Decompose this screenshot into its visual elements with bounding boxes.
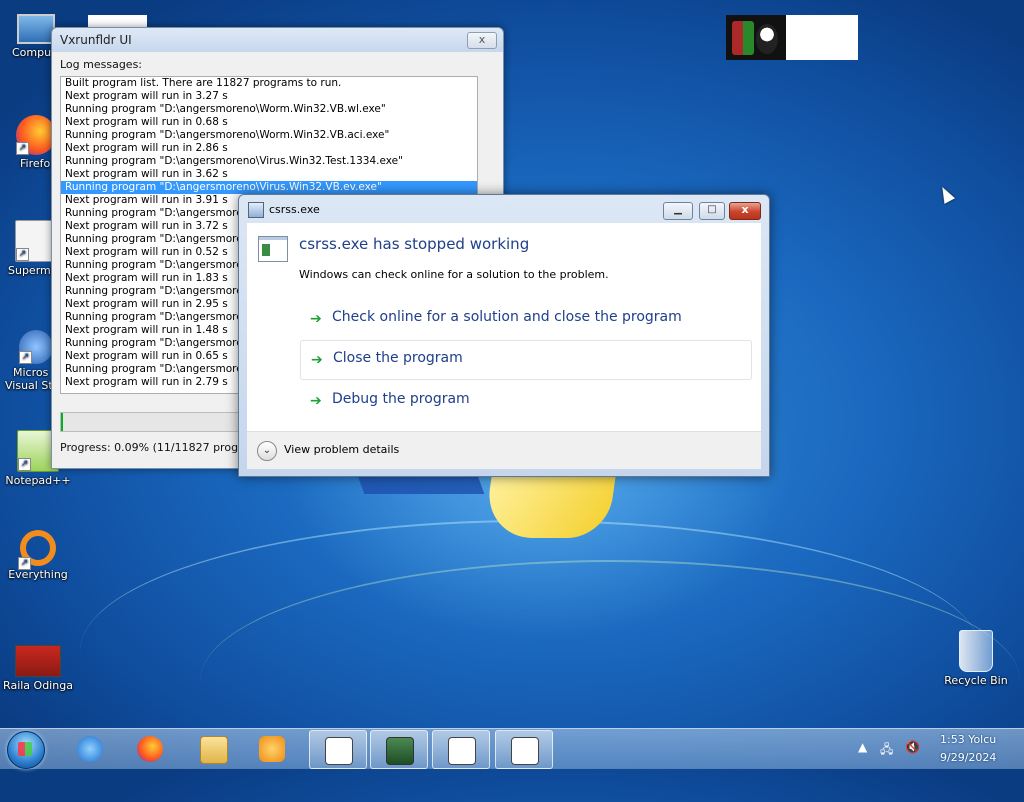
minimize-button[interactable]: ▁ bbox=[663, 202, 693, 220]
network-icon[interactable]: 🖧 bbox=[880, 740, 893, 761]
media-player-icon bbox=[259, 736, 285, 762]
clock-date[interactable]: 9/29/2024 bbox=[940, 751, 1000, 764]
app-window-icon-green bbox=[262, 244, 270, 256]
document-thumbnail-icon bbox=[15, 645, 61, 677]
vxrunfldr-titlebar[interactable]: Vxrunfldr UI x bbox=[52, 28, 503, 52]
desktop-icon-raila-odinga[interactable]: Raila Odinga bbox=[2, 645, 74, 692]
app-window-icon bbox=[448, 737, 476, 765]
desktop-icon-recycle-bin[interactable]: Recycle Bin bbox=[940, 630, 1012, 687]
desktop-icon-everything[interactable]: ↗ Everything bbox=[2, 530, 74, 581]
command-label: Check online for a solution and close th… bbox=[332, 309, 682, 325]
top-thumbnail bbox=[726, 15, 786, 60]
log-line[interactable]: Next program will run in 3.62 s bbox=[61, 168, 477, 181]
taskbar-window-1[interactable] bbox=[309, 730, 367, 769]
close-icon: x bbox=[741, 203, 749, 216]
shortcut-arrow-icon: ↗ bbox=[18, 557, 31, 570]
error-dialog-footer: ⌄ View problem details bbox=[247, 431, 761, 469]
everything-icon: ↗ bbox=[18, 530, 56, 570]
log-line[interactable]: Running program "D:\angersmoreno\Worm.Wi… bbox=[61, 103, 477, 116]
taskbar-internet-explorer[interactable] bbox=[62, 730, 118, 767]
close-button[interactable]: x bbox=[467, 32, 497, 49]
error-dialog-title: csrss.exe bbox=[269, 203, 320, 216]
chevron-down-icon: ⌄ bbox=[262, 445, 272, 456]
visual-studio-icon: ↗ bbox=[19, 330, 53, 364]
green-arrow-icon: ➔ bbox=[310, 393, 322, 409]
taskbar-window-4[interactable] bbox=[495, 730, 553, 769]
volume-muted-icon[interactable]: 🔇 bbox=[905, 740, 920, 754]
log-line[interactable]: Running program "D:\angersmoreno\Virus.W… bbox=[61, 181, 477, 194]
taskbar-firefox[interactable] bbox=[122, 730, 178, 767]
green-arrow-icon: ➔ bbox=[311, 352, 323, 368]
error-subtext: Windows can check online for a solution … bbox=[299, 268, 609, 281]
clock-time[interactable]: 1:53 Yolcu bbox=[940, 733, 1000, 746]
minimize-icon: ▁ bbox=[674, 204, 682, 215]
internet-explorer-icon bbox=[77, 736, 103, 762]
log-messages-label: Log messages: bbox=[60, 58, 143, 71]
log-line[interactable]: Running program "D:\angersmoreno\Virus.W… bbox=[61, 155, 477, 168]
close-button[interactable]: x bbox=[729, 202, 761, 220]
command-debug-program[interactable]: ➔ Debug the program bbox=[300, 382, 750, 420]
folder-icon bbox=[200, 736, 228, 764]
command-label: Close the program bbox=[333, 350, 463, 366]
view-details-link[interactable]: View problem details bbox=[284, 443, 399, 456]
desktop-icon-label: Recycle Bin bbox=[944, 674, 1008, 687]
vxrunfldr-title: Vxrunfldr UI bbox=[60, 33, 132, 47]
top-white-panel bbox=[786, 15, 858, 60]
shortcut-arrow-icon: ↗ bbox=[18, 458, 31, 471]
command-label: Debug the program bbox=[332, 391, 470, 407]
computer-icon bbox=[17, 14, 55, 44]
green-arrow-icon: ➔ bbox=[310, 311, 322, 327]
command-check-online[interactable]: ➔ Check online for a solution and close … bbox=[300, 300, 750, 338]
log-line[interactable]: Next program will run in 3.27 s bbox=[61, 90, 477, 103]
firefox-icon: ↗ bbox=[16, 115, 56, 155]
desktop-icon-label: Everything bbox=[8, 568, 68, 581]
app-window-icon bbox=[258, 236, 288, 262]
progress-bar-fill bbox=[61, 413, 64, 431]
app-icon bbox=[248, 202, 264, 218]
windows-logo-icon bbox=[18, 742, 32, 756]
error-dialog[interactable]: csrss.exe ▁ □ x csrss.exe has stopped wo… bbox=[238, 194, 770, 477]
shortcut-arrow-icon: ↗ bbox=[19, 351, 32, 364]
app-window-icon bbox=[511, 737, 539, 765]
command-close-program[interactable]: ➔ Close the program bbox=[300, 340, 752, 380]
maximize-button[interactable]: □ bbox=[699, 202, 725, 220]
taskbar bbox=[0, 728, 1024, 769]
shortcut-arrow-icon: ↗ bbox=[16, 248, 29, 261]
recycle-bin-icon bbox=[959, 630, 993, 672]
desktop-icon-label: Notepad++ bbox=[5, 474, 71, 487]
penguin-icon bbox=[756, 24, 778, 54]
maximize-icon: □ bbox=[707, 204, 717, 215]
show-hidden-icons-button[interactable]: ▲ bbox=[858, 740, 867, 754]
shortcut-arrow-icon: ↗ bbox=[16, 142, 29, 155]
taskbar-media-player[interactable] bbox=[244, 730, 300, 767]
error-dialog-titlebar[interactable]: csrss.exe ▁ □ x bbox=[239, 195, 769, 223]
log-line[interactable]: Running program "D:\angersmoreno\Worm.Wi… bbox=[61, 129, 477, 142]
mouse-cursor bbox=[936, 184, 956, 204]
log-line[interactable]: Next program will run in 0.68 s bbox=[61, 116, 477, 129]
error-heading: csrss.exe has stopped working bbox=[299, 235, 530, 253]
log-line[interactable]: Next program will run in 2.86 s bbox=[61, 142, 477, 155]
start-button[interactable] bbox=[7, 731, 45, 769]
taskbar-window-2[interactable] bbox=[370, 730, 428, 769]
taskbar-window-3[interactable] bbox=[432, 730, 490, 769]
desktop-icon-label: Raila Odinga bbox=[3, 679, 73, 692]
log-line[interactable]: Built program list. There are 11827 prog… bbox=[61, 77, 477, 90]
firefox-icon bbox=[137, 736, 163, 762]
error-dialog-content: csrss.exe has stopped working Windows ca… bbox=[247, 223, 761, 431]
windows-flag-icon bbox=[732, 21, 754, 55]
terminal-icon bbox=[386, 737, 414, 765]
close-icon: x bbox=[478, 33, 486, 46]
taskbar-explorer[interactable] bbox=[185, 730, 241, 767]
progress-text: Progress: 0.09% (11/11827 programs bbox=[60, 441, 266, 454]
expand-details-button[interactable]: ⌄ bbox=[257, 441, 277, 461]
app-window-icon bbox=[325, 737, 353, 765]
